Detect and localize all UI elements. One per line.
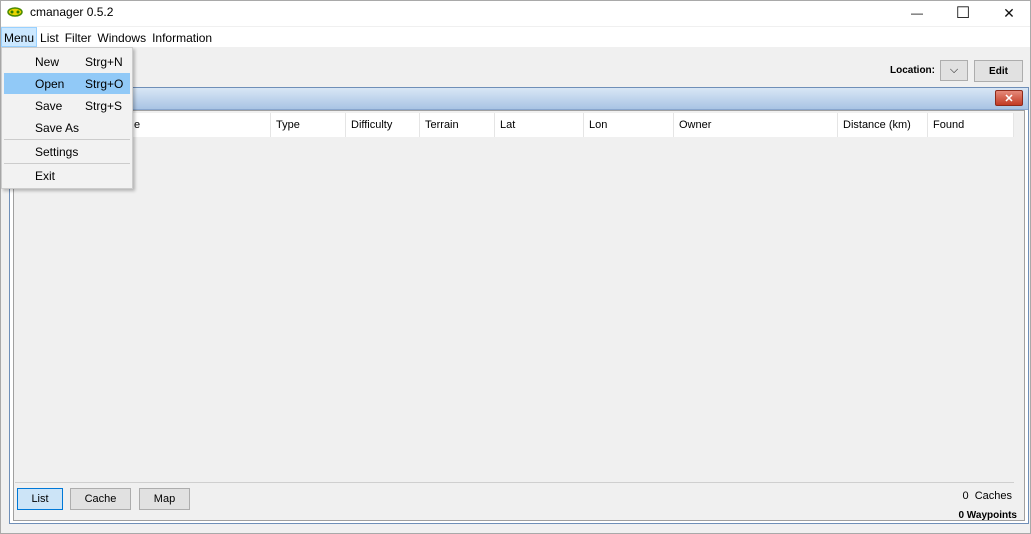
title-bar[interactable]: cmanager 0.5.2 — ☐ ✕ xyxy=(1,1,1030,26)
menu-windows[interactable]: Windows xyxy=(94,27,149,47)
close-icon: ✕ xyxy=(1003,4,1015,21)
column-header-distance[interactable]: Distance (km) xyxy=(838,113,928,137)
menu-filter[interactable]: Filter xyxy=(62,27,95,47)
location-label: Location: xyxy=(890,65,935,76)
menu-item-save-as[interactable]: Save As xyxy=(4,117,130,138)
caches-count-value: 0 xyxy=(962,490,969,502)
menu-item-label: Save As xyxy=(35,121,80,135)
menu-item-exit[interactable]: Exit xyxy=(4,165,130,186)
minimize-button[interactable]: — xyxy=(894,1,940,25)
menu-item-label: Exit xyxy=(35,169,56,183)
app-window: cmanager 0.5.2 — ☐ ✕ Menu List Filter Wi… xyxy=(0,0,1031,534)
waypoints-count: 0 Waypoints xyxy=(958,510,1017,521)
close-button[interactable]: ✕ xyxy=(986,1,1031,25)
menu-bar: Menu List Filter Windows Information xyxy=(1,27,1030,47)
menu-information[interactable]: Information xyxy=(149,27,215,47)
location-dropdown[interactable]: ⌵ xyxy=(940,60,968,81)
menu-separator xyxy=(4,163,130,164)
menu-list[interactable]: List xyxy=(37,27,62,47)
menu-item-new[interactable]: New Strg+N xyxy=(4,51,130,72)
inner-title-bar[interactable]: ✕ xyxy=(10,88,1028,110)
window-title: cmanager 0.5.2 xyxy=(30,5,114,19)
app-logo-icon xyxy=(7,7,23,17)
minimize-icon: — xyxy=(911,6,923,20)
menu-separator xyxy=(4,139,130,140)
list-view-button[interactable]: List xyxy=(17,488,63,510)
menu-item-shortcut: Strg+O xyxy=(85,77,124,91)
column-header-type[interactable]: Type xyxy=(271,113,346,137)
menu-item-label: Settings xyxy=(35,145,79,159)
inner-body: e Type Difficulty Terrain Lat Lon Owner … xyxy=(13,110,1025,521)
menu-item-save[interactable]: Save Strg+S xyxy=(4,95,130,116)
caches-count-label: Caches xyxy=(974,490,1012,502)
column-header-terrain[interactable]: Terrain xyxy=(420,113,495,137)
caches-count: 0 Caches xyxy=(962,490,1012,502)
inner-close-button[interactable]: ✕ xyxy=(995,90,1023,106)
column-header-owner[interactable]: Owner xyxy=(674,113,838,137)
column-header-difficulty[interactable]: Difficulty xyxy=(346,113,420,137)
cache-table[interactable]: e Type Difficulty Terrain Lat Lon Owner … xyxy=(15,113,1014,483)
menu-item-shortcut: Strg+S xyxy=(85,99,123,113)
maximize-icon: ☐ xyxy=(955,5,971,22)
column-header-lat[interactable]: Lat xyxy=(495,113,584,137)
column-header-lon[interactable]: Lon xyxy=(584,113,674,137)
maximize-button[interactable]: ☐ xyxy=(940,1,986,25)
menu-menu[interactable]: Menu xyxy=(1,27,38,47)
column-header-found[interactable]: Found xyxy=(928,113,1014,137)
map-view-button[interactable]: Map xyxy=(139,488,190,510)
menu-item-label: Open xyxy=(35,77,65,91)
toolbar: Location: ⌵ Edit xyxy=(1,48,1030,88)
cache-list-frame: ✕ e Type Difficulty Terrain Lat Lon Owne… xyxy=(9,87,1029,524)
menu-item-open[interactable]: Open Strg+O xyxy=(4,73,130,94)
cache-view-button[interactable]: Cache xyxy=(70,488,131,510)
menu-item-label: New xyxy=(35,55,60,69)
menu-item-shortcut: Strg+N xyxy=(85,55,123,69)
menu-dropdown: New Strg+N Open Strg+O Save Strg+S Save … xyxy=(1,47,133,189)
edit-button[interactable]: Edit xyxy=(974,60,1023,82)
close-icon: ✕ xyxy=(1004,92,1014,105)
menu-item-label: Save xyxy=(35,99,63,113)
table-header: e Type Difficulty Terrain Lat Lon Owner … xyxy=(15,113,1014,137)
chevron-down-icon: ⌵ xyxy=(949,64,959,76)
menu-item-settings[interactable]: Settings xyxy=(4,141,130,162)
